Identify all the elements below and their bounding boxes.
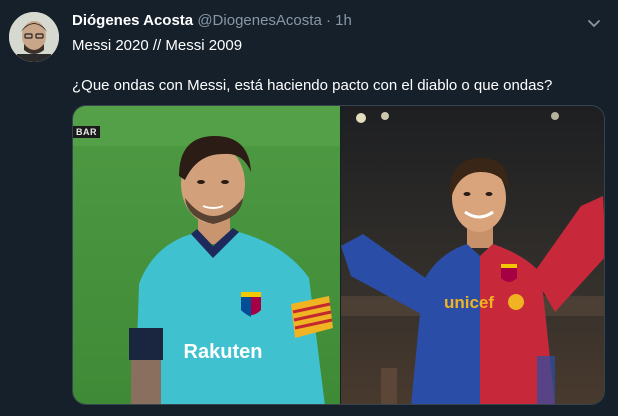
left-sponsor-text: Rakuten <box>184 341 263 363</box>
tweet-timestamp[interactable]: 1h <box>335 12 352 29</box>
right-sponsor-text: unicef <box>444 293 494 312</box>
photo-messi-2009-image: unicef <box>341 106 604 404</box>
tweet-text-line-2: ¿Que ondas con Messi, está haciendo pact… <box>72 77 553 94</box>
author-handle[interactable]: @DiogenesAcosta <box>197 12 321 29</box>
photo-messi-2009[interactable]: unicef <box>341 106 604 404</box>
avatar[interactable] <box>9 12 59 62</box>
tweet[interactable]: Diógenes Acosta @DiogenesAcosta · 1h Mes… <box>0 0 618 416</box>
photo-messi-2020[interactable]: Rakuten BAR <box>73 106 340 404</box>
separator-dot: · <box>325 12 331 29</box>
photo-messi-2020-image: Rakuten <box>73 106 340 404</box>
tweet-header: Diógenes Acosta @DiogenesAcosta · 1h <box>72 12 352 29</box>
chevron-down-icon <box>588 20 600 27</box>
author-name[interactable]: Diógenes Acosta <box>72 12 193 29</box>
tweet-menu-button[interactable] <box>584 14 604 34</box>
tweet-text-line-1: Messi 2020 // Messi 2009 <box>72 37 243 54</box>
tweet-media[interactable]: Rakuten BAR unicef <box>72 105 605 405</box>
avatar-image <box>9 12 59 62</box>
broadcast-badge: BAR <box>73 126 100 138</box>
